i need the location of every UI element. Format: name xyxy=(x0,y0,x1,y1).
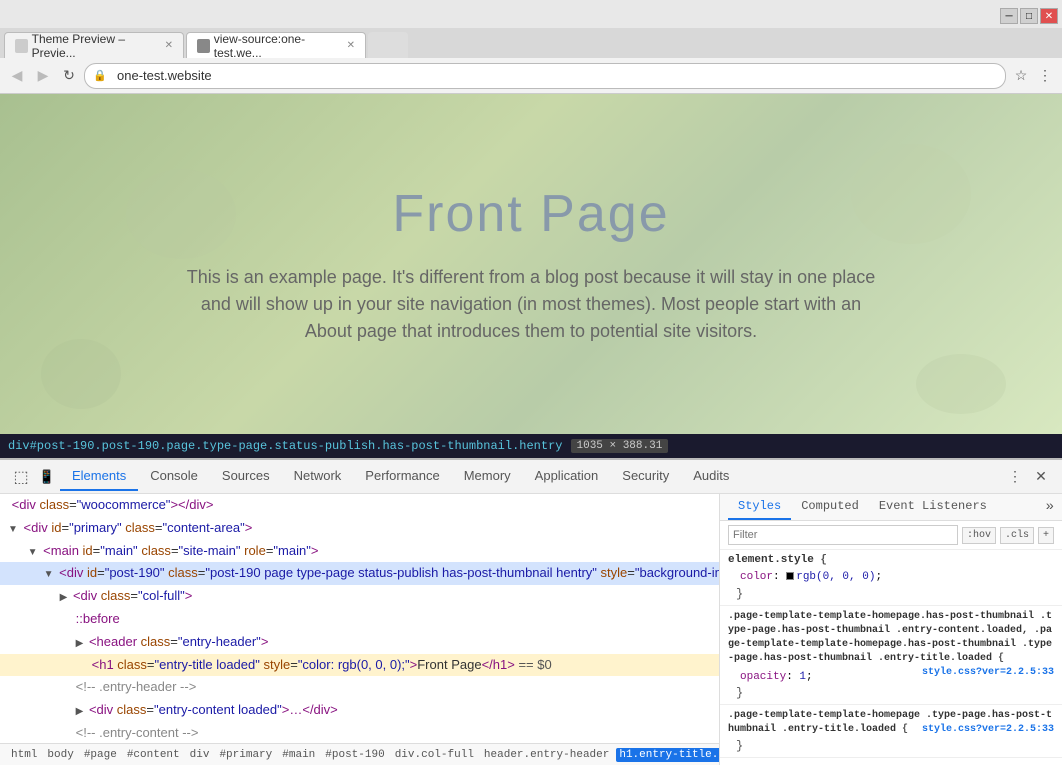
triangle-icon[interactable]: ▼ xyxy=(44,569,54,580)
hero-text: This is an example page. It's different … xyxy=(181,264,881,345)
styles-tabs: Styles Computed Event Listeners » xyxy=(720,494,1062,521)
window-controls: ─ □ ✕ xyxy=(1000,8,1058,24)
dom-line[interactable]: ▼ <main id="main" class="site-main" role… xyxy=(0,540,719,563)
reload-button[interactable]: ↻ xyxy=(58,65,80,87)
style-block-1: .page-template-template-homepage.has-pos… xyxy=(720,606,1062,706)
style-block-element: element.style { color: rgb(0, 0, 0); } xyxy=(720,550,1062,606)
triangle-icon[interactable]: ▶ xyxy=(76,638,84,649)
element-tag-path: div#post-190.post-190.page.type-page.sta… xyxy=(8,439,563,453)
tab-network[interactable]: Network xyxy=(282,462,354,491)
dom-panel[interactable]: <div class="woocommerce"></div> ▼ <div i… xyxy=(0,494,719,743)
style-selector-1: .page-template-template-homepage.has-pos… xyxy=(728,610,1054,666)
bc-div[interactable]: div xyxy=(187,748,213,762)
url-bar[interactable]: 🔒 one-test.website xyxy=(84,63,1006,89)
color-swatch xyxy=(786,572,794,580)
dom-line[interactable]: ▶ <div class="col-full"> xyxy=(0,585,719,608)
tab-2-title: view-source:one-test.we... xyxy=(214,32,341,60)
devtools-close-btn[interactable]: ✕ xyxy=(1028,464,1054,490)
title-bar: ─ □ ✕ xyxy=(0,0,1062,28)
tab-sources[interactable]: Sources xyxy=(210,462,282,491)
devtools-more-btn[interactable]: ⋮ xyxy=(1002,464,1028,490)
style-prop[interactable]: color: rgb(0, 0, 0); xyxy=(728,568,1054,587)
minimize-button[interactable]: ─ xyxy=(1000,8,1018,24)
tab-2-favicon xyxy=(197,39,210,53)
url-text: one-test.website xyxy=(117,68,212,83)
styles-tab-computed[interactable]: Computed xyxy=(791,494,869,520)
devtools-toolbar: ⬚ 📱 Elements Console Sources Network Per… xyxy=(0,460,1062,494)
tab-2[interactable]: view-source:one-test.we... ✕ xyxy=(186,32,366,58)
dom-line[interactable]: ▶ <header class="entry-header"> xyxy=(0,631,719,654)
bc-primary[interactable]: #primary xyxy=(216,748,275,762)
filter-add-btn[interactable]: + xyxy=(1038,527,1054,544)
maximize-button[interactable]: □ xyxy=(1020,8,1038,24)
style-selector-2: .page-template-template-homepage .type-p… xyxy=(728,709,1054,737)
tab-performance[interactable]: Performance xyxy=(353,462,451,491)
styles-filter-input[interactable] xyxy=(728,525,958,545)
hero-title: Front Page xyxy=(392,184,669,244)
style-selector: element.style { xyxy=(728,554,1054,566)
bc-content[interactable]: #content xyxy=(124,748,183,762)
bc-post-190[interactable]: #post-190 xyxy=(322,748,387,762)
bc-main[interactable]: #main xyxy=(279,748,318,762)
devtools-panel: ⬚ 📱 Elements Console Sources Network Per… xyxy=(0,458,1062,765)
bookmark-button[interactable]: ☆ xyxy=(1010,65,1032,87)
dom-line[interactable]: ▶ <div class="entry-content loaded">…</d… xyxy=(0,699,719,722)
tab-console[interactable]: Console xyxy=(138,462,210,491)
hero-section: Front Page This is an example page. It's… xyxy=(0,94,1062,434)
back-button[interactable]: ◀ xyxy=(6,65,28,87)
breadcrumb-bar: html body #page #content div #primary #m… xyxy=(0,743,719,765)
triangle-icon[interactable]: ▼ xyxy=(28,547,38,558)
tab-bar: Theme Preview – Previe... ✕ view-source:… xyxy=(0,28,1062,58)
tab-1-title: Theme Preview – Previe... xyxy=(32,32,159,60)
nav-bar: ◀ ▶ ↻ 🔒 one-test.website ☆ ⋮ xyxy=(0,58,1062,94)
dom-line-highlighted[interactable]: <h1 class="entry-title loaded" style="co… xyxy=(0,654,719,677)
bc-body[interactable]: body xyxy=(44,748,76,762)
dom-line[interactable]: <!-- .entry-content --> xyxy=(0,722,719,743)
tab-1[interactable]: Theme Preview – Previe... ✕ xyxy=(4,32,184,58)
filter-hov-btn[interactable]: :hov xyxy=(962,527,996,544)
triangle-icon[interactable]: ▼ xyxy=(8,524,18,535)
tab-application[interactable]: Application xyxy=(523,462,611,491)
expand-icon[interactable]: » xyxy=(1046,499,1054,515)
tab-1-favicon xyxy=(15,39,28,53)
menu-button[interactable]: ⋮ xyxy=(1034,65,1056,87)
devtools-body: <div class="woocommerce"></div> ▼ <div i… xyxy=(0,494,1062,765)
element-size-badge: 1035 × 388.31 xyxy=(571,439,669,453)
filter-cls-btn[interactable]: .cls xyxy=(1000,527,1034,544)
dom-line[interactable]: <div class="woocommerce"></div> xyxy=(0,494,719,517)
styles-tab-event-listeners[interactable]: Event Listeners xyxy=(869,494,997,520)
triangle-icon[interactable]: ▶ xyxy=(60,592,68,603)
bc-page[interactable]: #page xyxy=(81,748,120,762)
forward-button[interactable]: ▶ xyxy=(32,65,54,87)
close-button[interactable]: ✕ xyxy=(1040,8,1058,24)
dom-line[interactable]: ::before xyxy=(0,608,719,631)
triangle-icon[interactable]: ▶ xyxy=(76,706,84,717)
tab-1-close[interactable]: ✕ xyxy=(165,40,173,51)
dom-line-selected[interactable]: ▼ <div id="post-190" class="post-190 pag… xyxy=(0,562,719,585)
tab-audits[interactable]: Audits xyxy=(681,462,741,491)
styles-tab-styles[interactable]: Styles xyxy=(728,494,791,520)
bc-entry-title[interactable]: h1.entry-title.loaded xyxy=(616,748,719,762)
bc-col-full[interactable]: div.col-full xyxy=(392,748,477,762)
lock-icon: 🔒 xyxy=(93,69,107,82)
dom-line[interactable]: <!-- .entry-header --> xyxy=(0,676,719,699)
bc-html[interactable]: html xyxy=(8,748,40,762)
nav-right: ☆ ⋮ xyxy=(1010,65,1056,87)
browser-window: ─ □ ✕ Theme Preview – Previe... ✕ view-s… xyxy=(0,0,1062,765)
page-viewport: Front Page This is an example page. It's… xyxy=(0,94,1062,434)
tab-security[interactable]: Security xyxy=(610,462,681,491)
style-block-2: .page-template-template-homepage .type-p… xyxy=(720,705,1062,758)
new-tab-button[interactable] xyxy=(368,32,408,58)
devtools-device-btn[interactable]: 📱 xyxy=(34,464,60,490)
tab-2-close[interactable]: ✕ xyxy=(347,40,355,51)
devtools-inspect-btn[interactable]: ⬚ xyxy=(8,464,34,490)
dom-line[interactable]: ▼ <div id="primary" class="content-area"… xyxy=(0,517,719,540)
styles-filter-bar: :hov .cls + xyxy=(720,521,1062,550)
tab-memory[interactable]: Memory xyxy=(452,462,523,491)
element-tag-bar: div#post-190.post-190.page.type-page.sta… xyxy=(0,434,1062,458)
styles-panel: Styles Computed Event Listeners » :hov .… xyxy=(720,494,1062,765)
tab-elements[interactable]: Elements xyxy=(60,462,138,491)
bc-entry-header[interactable]: header.entry-header xyxy=(481,748,612,762)
